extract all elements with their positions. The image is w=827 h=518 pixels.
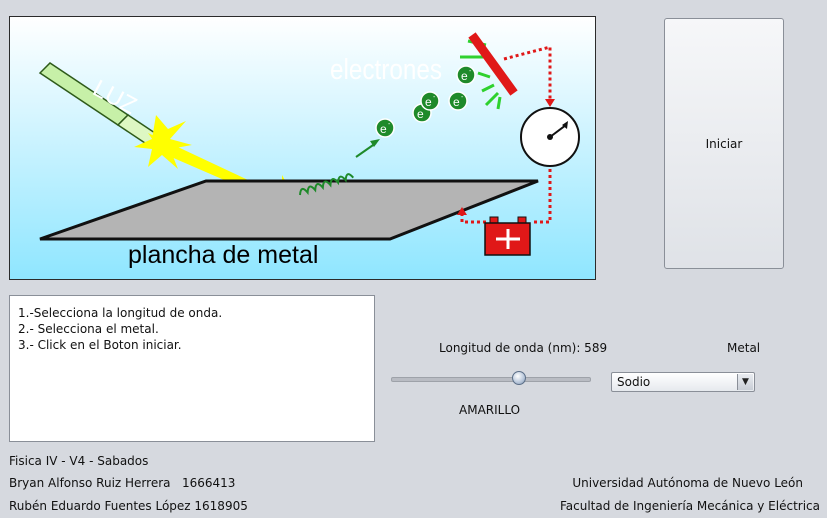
- svg-text:e: e: [380, 122, 387, 136]
- electron: e-: [456, 65, 476, 85]
- color-name-label: AMARILLO: [459, 403, 521, 417]
- electrons-label: electrones: [330, 54, 442, 86]
- metal-dropdown[interactable]: Sodio ▼: [611, 372, 755, 392]
- instruction-line: 3.- Click en el Boton iniciar.: [18, 338, 182, 352]
- metal-selected-value: Sodio: [617, 375, 651, 389]
- university-label: Universidad Autónoma de Nuevo León: [572, 476, 803, 490]
- student1-name: Bryan Alfonso Ruiz Herrera: [9, 476, 171, 490]
- wavelength-slider[interactable]: [391, 371, 591, 387]
- wavelength-label: Longitud de onda (nm): 589: [439, 341, 608, 355]
- student2-label: Rubén Eduardo Fuentes López 1618905: [9, 499, 248, 513]
- photoelectric-diagram: LUZ plancha de metal e- e- e- e- e- elec…: [9, 16, 596, 280]
- slider-thumb[interactable]: [512, 371, 526, 385]
- start-button[interactable]: Iniciar: [664, 18, 784, 269]
- diagram-canvas: LUZ plancha de metal e- e- e- e- e- elec…: [10, 17, 595, 279]
- instruction-line: 1.-Selecciona la longitud de onda.: [18, 306, 223, 320]
- electron: e-: [420, 91, 440, 111]
- course-label: Fisica IV - V4 - Sabados: [9, 454, 149, 468]
- ammeter-gauge: [520, 107, 580, 167]
- chevron-down-icon[interactable]: ▼: [737, 374, 753, 390]
- svg-text:e: e: [417, 107, 424, 121]
- faculty-label: Facultad de Ingeniería Mecánica y Eléctr…: [559, 499, 820, 513]
- battery-icon: [484, 216, 531, 256]
- instruction-line: 2.- Selecciona el metal.: [18, 322, 159, 336]
- svg-text:e: e: [461, 69, 468, 83]
- slider-track[interactable]: [391, 377, 591, 382]
- electron: e-: [375, 118, 395, 138]
- student1-id: 1666413: [182, 476, 236, 490]
- plate-label: plancha de metal: [128, 241, 318, 269]
- svg-text:e: e: [453, 95, 460, 109]
- svg-text:e: e: [425, 95, 432, 109]
- instructions-panel: 1.-Selecciona la longitud de onda. 2.- S…: [9, 295, 375, 442]
- electron: e-: [448, 91, 468, 111]
- metal-label: Metal: [727, 341, 761, 355]
